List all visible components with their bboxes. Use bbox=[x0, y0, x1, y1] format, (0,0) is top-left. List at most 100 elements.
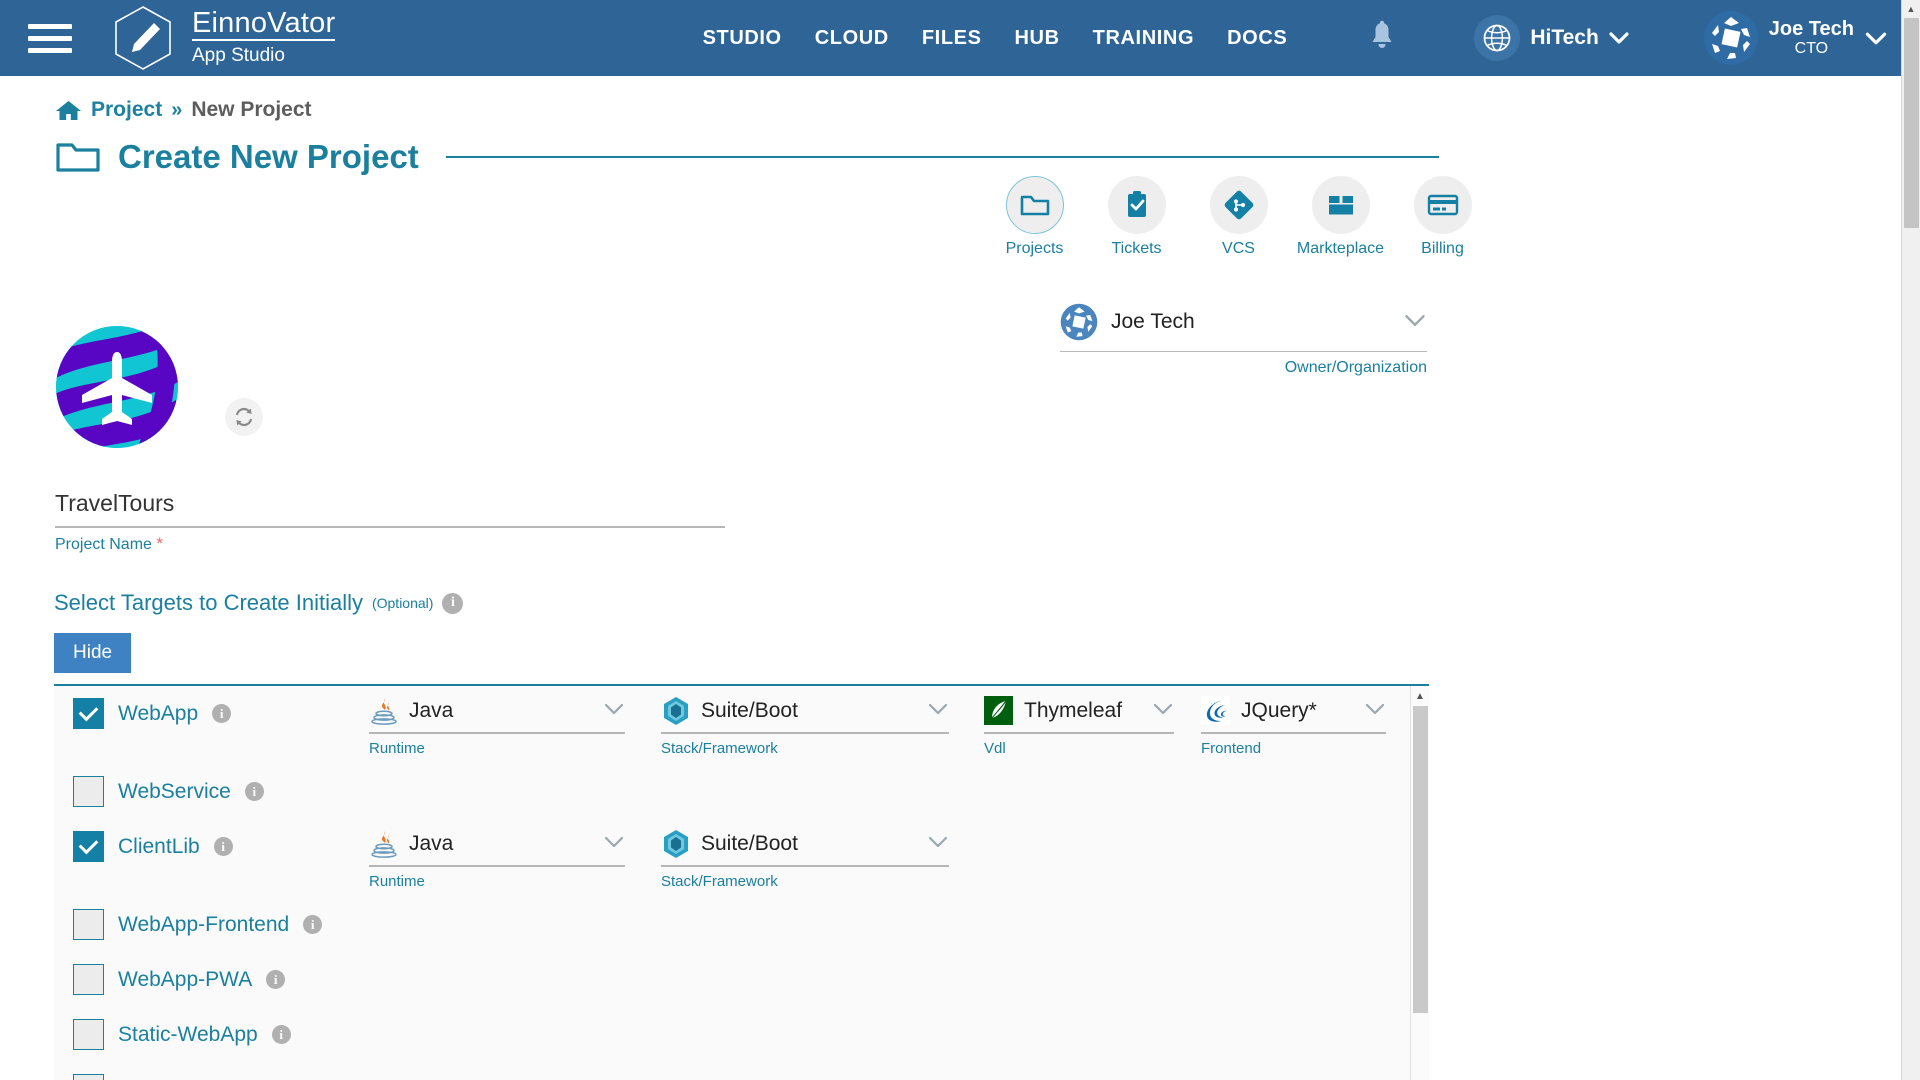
breadcrumb-current: New Project bbox=[191, 98, 312, 121]
runtime-select-webapp[interactable]: Java Runtime bbox=[369, 696, 625, 757]
nav-item-cloud[interactable]: CLOUD bbox=[815, 27, 889, 50]
info-icon[interactable]: i bbox=[266, 970, 286, 989]
org-name: HiTech bbox=[1530, 26, 1599, 49]
page-scrollbar[interactable]: ▲ bbox=[1901, 0, 1920, 1080]
targets-list: WebApp i Java Runtime Suite/Boot Stack/F… bbox=[54, 686, 1410, 1080]
frontend-select-webapp[interactable]: JQuery* Frontend bbox=[1201, 696, 1386, 757]
breadcrumb-separator: » bbox=[171, 98, 183, 121]
target-row-head: WebApp-PWA i bbox=[54, 964, 344, 995]
refresh-icon[interactable] bbox=[225, 398, 263, 436]
target-checkbox-static-webapp[interactable] bbox=[73, 1019, 104, 1050]
quick-action-label: Markteplace bbox=[1296, 240, 1385, 257]
hexagon-icon bbox=[661, 829, 690, 858]
airplane-globe-avatar[interactable] bbox=[56, 326, 178, 448]
target-row-head: WebApp i bbox=[54, 698, 344, 729]
info-icon[interactable]: i bbox=[303, 915, 323, 934]
target-checkbox-clientlib[interactable] bbox=[73, 831, 104, 862]
target-checkbox-hybrid[interactable] bbox=[73, 1074, 104, 1080]
main-nav: STUDIO CLOUD FILES HUB TRAINING DOCS HiT… bbox=[703, 11, 1901, 65]
folder-icon bbox=[55, 139, 101, 175]
quick-action-marketplace[interactable]: Markteplace bbox=[1297, 176, 1384, 258]
target-checkbox-webservice[interactable] bbox=[73, 776, 104, 807]
java-icon bbox=[369, 696, 398, 725]
bell-icon[interactable] bbox=[1367, 20, 1397, 57]
target-label: WebService bbox=[118, 779, 231, 803]
breadcrumb: Project » New Project bbox=[55, 98, 1901, 122]
chevron-down-icon bbox=[915, 833, 949, 855]
vdl-select-webapp[interactable]: Thymeleaf Vdl bbox=[984, 696, 1174, 757]
quick-action-label: Billing bbox=[1421, 240, 1464, 257]
chevron-down-icon bbox=[1140, 700, 1174, 722]
chevron-down-icon bbox=[591, 833, 625, 855]
field-underline bbox=[55, 526, 725, 528]
runtime-value: Java bbox=[409, 698, 454, 722]
clipboard-check-icon bbox=[1107, 176, 1166, 234]
user-menu[interactable]: Joe Tech CTO bbox=[1703, 11, 1887, 65]
page-title: Create New Project bbox=[118, 138, 419, 175]
owner-select[interactable]: Joe Tech bbox=[1060, 303, 1427, 352]
target-checkbox-webapp-pwa[interactable] bbox=[73, 964, 104, 995]
stack-select-clientlib[interactable]: Suite/Boot Stack/Framework bbox=[661, 829, 949, 890]
nav-item-docs[interactable]: DOCS bbox=[1227, 27, 1287, 50]
stack-value: Suite/Boot bbox=[701, 831, 798, 855]
target-row: WebService i bbox=[54, 776, 1410, 831]
target-checkbox-webapp-frontend[interactable] bbox=[73, 909, 104, 940]
chevron-down-icon bbox=[1609, 32, 1629, 44]
pencil-hexagon-icon[interactable] bbox=[112, 4, 174, 72]
info-icon[interactable]: i bbox=[442, 592, 464, 614]
home-icon[interactable] bbox=[55, 99, 82, 122]
hamburger-icon[interactable] bbox=[28, 18, 74, 58]
hide-targets-button[interactable]: Hide bbox=[54, 633, 132, 673]
runtime-select-clientlib[interactable]: Java Runtime bbox=[369, 829, 625, 890]
quick-action-vcs[interactable]: VCS bbox=[1204, 176, 1273, 258]
nav-item-files[interactable]: FILES bbox=[922, 27, 982, 50]
stack-select-webapp[interactable]: Suite/Boot Stack/Framework bbox=[661, 696, 949, 757]
scrollbar-thumb[interactable] bbox=[1904, 18, 1919, 228]
thymeleaf-icon bbox=[984, 696, 1013, 725]
hamburger-bar bbox=[28, 47, 72, 53]
box-icon bbox=[1311, 176, 1370, 234]
info-icon[interactable]: i bbox=[212, 704, 232, 723]
breadcrumb-project[interactable]: Project bbox=[91, 98, 162, 122]
credit-card-icon bbox=[1413, 176, 1472, 234]
jquery-icon bbox=[1201, 696, 1230, 725]
targets-panel: WebApp i Java Runtime Suite/Boot Stack/F… bbox=[54, 684, 1429, 1080]
quick-action-tickets[interactable]: Tickets bbox=[1102, 176, 1171, 258]
target-row-head: WebApp-Frontend i bbox=[54, 909, 344, 940]
scrollbar-thumb[interactable] bbox=[1413, 706, 1428, 1013]
nav-item-training[interactable]: TRAINING bbox=[1093, 27, 1194, 50]
quick-action-billing[interactable]: Billing bbox=[1408, 176, 1477, 258]
hamburger-bar bbox=[28, 23, 72, 29]
target-row-head: WebService i bbox=[54, 776, 344, 807]
target-row: WebApp-PWA i bbox=[54, 964, 1410, 1019]
quick-action-label: VCS bbox=[1222, 240, 1255, 257]
page-title-row: Create New Project bbox=[55, 138, 1901, 176]
brand[interactable]: EinnoVator App Studio bbox=[192, 8, 336, 68]
git-branch-icon bbox=[1209, 176, 1268, 234]
chevron-down-icon bbox=[1865, 32, 1887, 44]
project-name-field: Project Name * bbox=[55, 490, 725, 554]
nav-item-hub[interactable]: HUB bbox=[1015, 27, 1060, 50]
hamburger-bar bbox=[28, 35, 72, 41]
target-row-head: Hybrid i bbox=[54, 1074, 344, 1080]
project-name-input[interactable] bbox=[55, 490, 725, 526]
user-role: CTO bbox=[1794, 40, 1829, 58]
chevron-down-icon bbox=[1403, 311, 1427, 334]
target-label: WebApp-PWA bbox=[118, 967, 253, 991]
nav-item-studio[interactable]: STUDIO bbox=[703, 27, 782, 50]
info-icon[interactable]: i bbox=[244, 782, 264, 801]
org-switcher[interactable]: HiTech bbox=[1474, 15, 1629, 61]
avatar bbox=[1703, 11, 1758, 65]
quick-action-projects[interactable]: Projects bbox=[1000, 176, 1069, 258]
targets-section-header: Select Targets to Create Initially (Opti… bbox=[54, 590, 464, 616]
info-icon[interactable]: i bbox=[213, 837, 233, 856]
target-checkbox-webapp[interactable] bbox=[73, 698, 104, 729]
info-icon[interactable]: i bbox=[271, 1025, 291, 1044]
scroll-up-icon[interactable]: ▲ bbox=[1902, 0, 1920, 18]
folder-icon bbox=[1005, 176, 1064, 234]
title-divider bbox=[445, 156, 1439, 158]
scroll-up-icon[interactable]: ▲ bbox=[1411, 686, 1429, 706]
caption-text: Project Name bbox=[55, 536, 152, 553]
targets-panel-scrollbar[interactable]: ▲ ▼ bbox=[1410, 686, 1429, 1080]
required-asterisk: * bbox=[156, 534, 163, 553]
